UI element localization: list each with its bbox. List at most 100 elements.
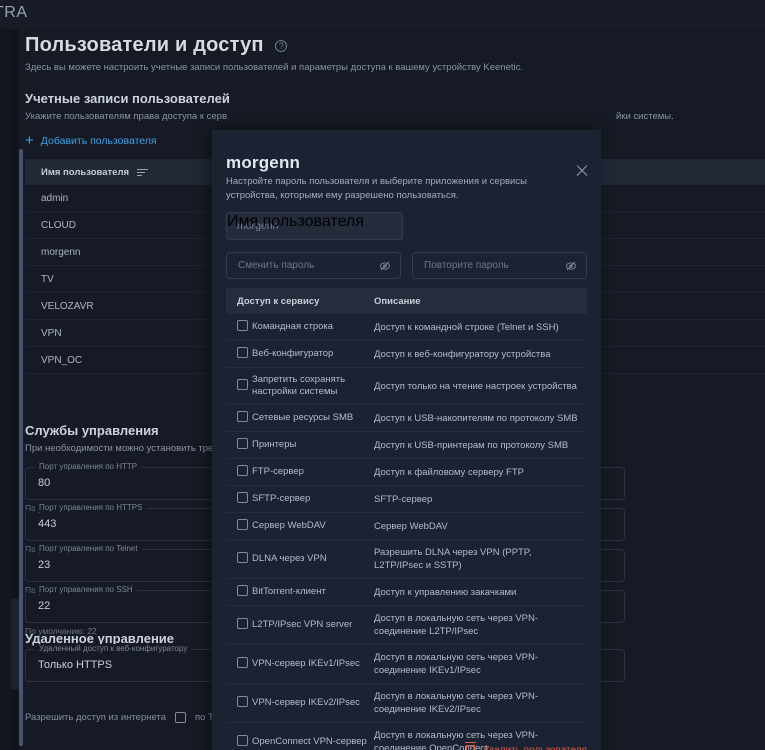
port-field-value-2: 23: [38, 559, 51, 571]
allow-internet-row: Разрешить доступ из интернета по Telne: [25, 712, 231, 723]
service-checkbox-cell[interactable]: [226, 616, 252, 634]
port-field-value-3: 22: [38, 600, 51, 612]
service-row[interactable]: VPN-сервер IKEv1/IPsec Доступ в локальную…: [226, 645, 587, 684]
service-row[interactable]: DLNA через VPN Разрешить DLNA через VPN (…: [226, 540, 587, 579]
user-name-cell: VPN_OC: [41, 354, 83, 366]
service-checkbox-cell[interactable]: [226, 490, 252, 508]
modal-description: Настройте пароль пользователя и выберите…: [226, 176, 527, 201]
user-accounts-subtitle-right: йки системы.: [616, 111, 674, 122]
port-field-value-1: 443: [38, 518, 57, 530]
allow-internet-checkbox[interactable]: [174, 712, 186, 723]
service-description: Доступ к веб-конфигуратору устройства: [374, 348, 551, 360]
services-list: Командная строка Доступ к командной строк…: [226, 314, 587, 750]
service-row[interactable]: Командная строка Доступ к командной строк…: [226, 314, 587, 341]
service-name: Командная строка: [252, 321, 334, 332]
service-row[interactable]: Сетевые ресурсы SMB Доступ к USB-накопите…: [226, 405, 587, 432]
username-field[interactable]: morgenn: [226, 212, 403, 240]
add-user-button[interactable]: + Добавить пользователя: [25, 133, 157, 148]
service-checkbox[interactable]: [237, 696, 248, 707]
service-row[interactable]: VPN-сервер IKEv2/IPsec Доступ в локальную…: [226, 684, 587, 723]
service-checkbox-cell[interactable]: [226, 436, 252, 454]
password-repeat-placeholder: Повторите пароль: [424, 260, 509, 271]
service-row[interactable]: SFTP-сервер SFTP-сервер: [226, 486, 587, 513]
page-container: Пользователи и доступ ? Здесь вы можете …: [11, 29, 765, 750]
vertical-scrollbar[interactable]: [19, 149, 23, 746]
page-left-edge-highlight: [11, 599, 19, 689]
service-description: Доступ к USB-принтерам по протоколу SMB: [374, 439, 569, 451]
service-row[interactable]: Запретить сохранять настройки системы Дос…: [226, 368, 587, 405]
service-name: Сервер WebDAV: [252, 520, 326, 531]
service-name: DLNA через VPN: [252, 553, 327, 564]
service-name: BitTorrent-клиент: [252, 586, 326, 597]
remote-access-label: Удаленный доступ к веб-конфигуратору: [35, 644, 192, 653]
remote-access-value: Только HTTPS: [38, 659, 113, 671]
service-row[interactable]: L2TP/IPsec VPN server Доступ в локальную …: [226, 606, 587, 645]
service-checkbox-cell[interactable]: [226, 463, 252, 481]
service-checkbox-cell[interactable]: [226, 318, 252, 336]
eye-off-icon[interactable]: [379, 260, 391, 272]
service-checkbox-cell[interactable]: [226, 583, 252, 601]
service-checkbox-cell[interactable]: [226, 694, 252, 712]
trash-icon: [464, 742, 476, 750]
users-table-column-username: Имя пользователя: [41, 166, 130, 178]
port-field-label-3: Порт управления по SSH: [35, 585, 137, 594]
service-checkbox[interactable]: [237, 735, 248, 746]
service-name: FTP-сервер: [252, 466, 304, 477]
service-description: SFTP-сервер: [374, 493, 433, 505]
password-input[interactable]: Сменить пароль: [226, 252, 401, 279]
service-row[interactable]: Веб-конфигуратор Доступ к веб-конфигурато…: [226, 341, 587, 368]
service-checkbox[interactable]: [237, 552, 248, 563]
service-checkbox[interactable]: [237, 438, 248, 449]
port-field-value-0: 80: [38, 477, 51, 489]
service-description: Сервер WebDAV: [374, 520, 448, 532]
service-name: Принтеры: [252, 439, 297, 450]
delete-user-label: Удалить пользователя: [483, 745, 587, 750]
service-name: Запретить сохранять настройки системы: [252, 374, 346, 397]
password-placeholder: Сменить пароль: [238, 260, 315, 271]
service-checkbox-cell[interactable]: [226, 377, 252, 395]
management-heading: Службы управления: [25, 423, 159, 438]
port-field-label-1: Порт управления по HTTPS: [35, 503, 147, 512]
service-row[interactable]: FTP-сервер Доступ к файловому серверу FTP: [226, 459, 587, 486]
service-description: Доступ к USB-накопителям по протоколу SM…: [374, 412, 578, 424]
user-accounts-subtitle: Укажите пользователям права доступа к се…: [25, 111, 227, 122]
add-user-label: Добавить пользователя: [40, 135, 157, 147]
user-name-cell: TV: [41, 273, 54, 285]
service-name: OpenConnect VPN-сервер: [252, 736, 367, 747]
modal-title: morgenn: [226, 153, 301, 172]
eye-off-icon-repeat[interactable]: [565, 260, 577, 272]
service-checkbox[interactable]: [237, 465, 248, 476]
service-checkbox[interactable]: [237, 347, 248, 358]
page-subtitle: Здесь вы можете настроить учетные записи…: [25, 62, 524, 73]
password-repeat-input[interactable]: Повторите пароль: [412, 252, 587, 279]
service-checkbox[interactable]: [237, 492, 248, 503]
service-description: Разрешить DLNA через VPN (PPTP, L2TP/IPs…: [374, 547, 532, 571]
scrollbar-thumb[interactable]: [19, 149, 23, 746]
service-checkbox[interactable]: [237, 519, 248, 530]
service-description: Доступ к управлению закачками: [374, 586, 517, 598]
service-checkbox-cell[interactable]: [226, 345, 252, 363]
question-mark-icon[interactable]: ?: [275, 39, 288, 52]
service-checkbox-cell[interactable]: [226, 655, 252, 673]
service-row[interactable]: Принтеры Доступ к USB-принтерам по проток…: [226, 432, 587, 459]
service-description: Доступ только на чтение настроек устройс…: [374, 380, 577, 392]
service-checkbox-cell[interactable]: [226, 733, 252, 750]
service-checkbox[interactable]: [237, 585, 248, 596]
service-row[interactable]: Сервер WebDAV Сервер WebDAV: [226, 513, 587, 540]
user-accounts-heading: Учетные записи пользователей: [25, 91, 230, 106]
service-checkbox-cell[interactable]: [226, 517, 252, 535]
username-value: morgenn: [237, 220, 279, 232]
service-checkbox[interactable]: [237, 379, 248, 390]
service-row[interactable]: BitTorrent-клиент Доступ к управлению зак…: [226, 579, 587, 606]
close-icon[interactable]: [575, 164, 589, 178]
service-checkbox[interactable]: [237, 320, 248, 331]
service-checkbox-cell[interactable]: [226, 409, 252, 427]
sort-icon[interactable]: [137, 168, 149, 177]
port-field-label-0: Порт управления по HTTP: [35, 462, 142, 471]
user-name-cell: admin: [41, 192, 69, 204]
service-checkbox[interactable]: [237, 411, 248, 422]
service-checkbox[interactable]: [237, 618, 248, 629]
service-checkbox[interactable]: [237, 657, 248, 668]
delete-user-button[interactable]: Удалить пользователя: [464, 742, 587, 750]
service-checkbox-cell[interactable]: [226, 550, 252, 568]
